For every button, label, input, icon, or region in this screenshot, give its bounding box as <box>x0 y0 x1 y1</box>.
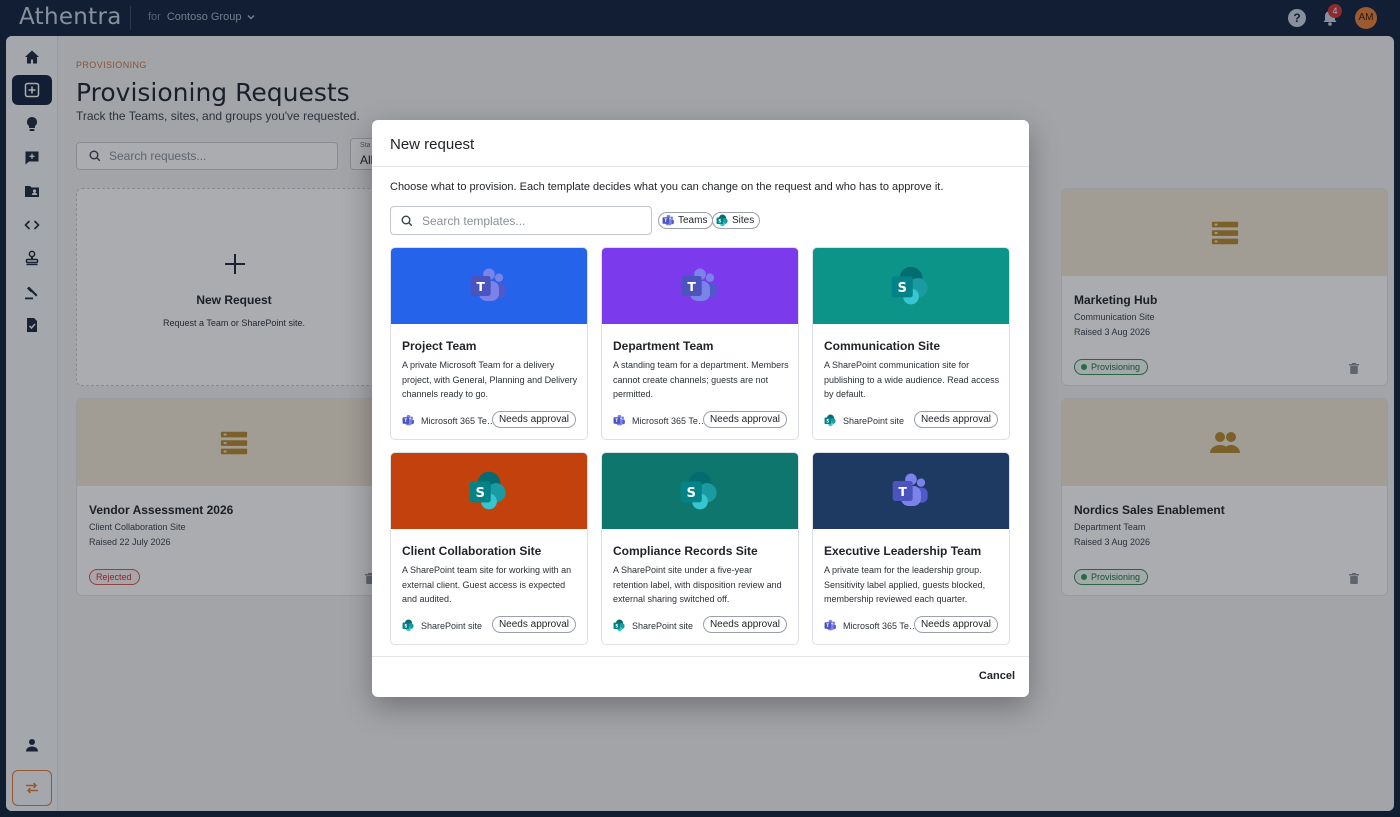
new-request-dialog: New request Choose what to provision. Ea… <box>372 120 1029 697</box>
search-icon <box>401 215 413 226</box>
teams-icon <box>824 619 837 632</box>
template-card-project-team[interactable]: Project Team A private Microsoft Team fo… <box>390 247 588 440</box>
sharepoint-icon <box>613 619 626 632</box>
filter-chip-label: Sites <box>732 215 755 226</box>
dialog-description: Choose what to provision. Each template … <box>390 181 944 193</box>
template-type-label: Microsoft 365 Team <box>843 620 919 631</box>
template-type: Microsoft 365 Team <box>613 414 708 427</box>
template-type: SharePoint site <box>824 414 919 427</box>
template-card-department-team[interactable]: Department Team A standing team for a de… <box>601 247 799 440</box>
template-search-input[interactable] <box>422 213 642 228</box>
sharepoint-icon <box>402 619 415 632</box>
template-card-compliance-records-site[interactable]: Compliance Records Site A SharePoint sit… <box>601 452 799 645</box>
template-banner <box>602 453 798 529</box>
template-type: Microsoft 365 Team <box>824 619 919 632</box>
template-name: Department Team <box>613 339 714 353</box>
template-name: Executive Leadership Team <box>824 544 982 558</box>
template-description: A SharePoint team site for working with … <box>402 565 572 604</box>
approval-badge: Needs approval <box>913 411 998 428</box>
template-type-label: Microsoft 365 Team <box>632 415 708 426</box>
approval-badge: Needs approval <box>702 616 787 633</box>
filter-chip-sites[interactable]: Sites <box>712 212 761 229</box>
cancel-button[interactable]: Cancel <box>979 670 1015 682</box>
approval-badge: Needs approval <box>913 616 998 633</box>
template-description: A standing team for a department. Member… <box>613 360 789 399</box>
template-name: Communication Site <box>824 339 941 353</box>
template-banner <box>391 248 587 324</box>
template-description: A private team for the leadership group.… <box>824 565 986 604</box>
template-banner <box>813 248 1009 324</box>
template-description: A private Microsoft Team for a delivery … <box>402 360 578 399</box>
template-type-label: SharePoint site <box>843 415 905 426</box>
template-type: SharePoint site <box>402 619 497 632</box>
approval-badge: Needs approval <box>702 411 787 428</box>
dialog-title: New request <box>372 120 1029 167</box>
template-type: SharePoint site <box>613 619 708 632</box>
teams-icon <box>662 214 675 227</box>
filter-chip-label: Teams <box>678 215 708 226</box>
approval-badge: Needs approval <box>491 411 576 428</box>
teams-icon <box>680 266 720 306</box>
template-card-client-collaboration-site[interactable]: Client Collaboration Site A SharePoint t… <box>390 452 588 645</box>
sharepoint-icon <box>468 470 510 512</box>
template-card-communication-site[interactable]: Communication Site A SharePoint communic… <box>812 247 1010 440</box>
teams-icon <box>891 471 931 511</box>
template-type: Microsoft 365 Team <box>402 414 497 427</box>
teams-icon <box>402 414 415 427</box>
template-name: Compliance Records Site <box>613 544 758 558</box>
template-type-label: SharePoint site <box>632 620 694 631</box>
template-card-executive-leadership-team[interactable]: Executive Leadership Team A private team… <box>812 452 1010 645</box>
filter-chip-teams[interactable]: Teams <box>658 212 714 229</box>
sharepoint-icon <box>679 470 721 512</box>
template-banner <box>813 453 1009 529</box>
sharepoint-icon <box>716 214 729 227</box>
template-name: Project Team <box>402 339 477 353</box>
sharepoint-icon <box>824 414 837 427</box>
template-description: A SharePoint communication site for publ… <box>824 360 1000 399</box>
approval-badge: Needs approval <box>491 616 576 633</box>
template-name: Client Collaboration Site <box>402 544 542 558</box>
template-banner <box>602 248 798 324</box>
dialog-footer: Cancel <box>372 656 1029 697</box>
template-type-label: SharePoint site <box>421 620 483 631</box>
template-search[interactable] <box>390 206 652 235</box>
template-description: A SharePoint site under a five-year rete… <box>613 565 782 604</box>
teams-icon <box>469 266 509 306</box>
sharepoint-icon <box>890 265 932 307</box>
template-type-label: Microsoft 365 Team <box>421 415 497 426</box>
teams-icon <box>613 414 626 427</box>
template-banner <box>391 453 587 529</box>
